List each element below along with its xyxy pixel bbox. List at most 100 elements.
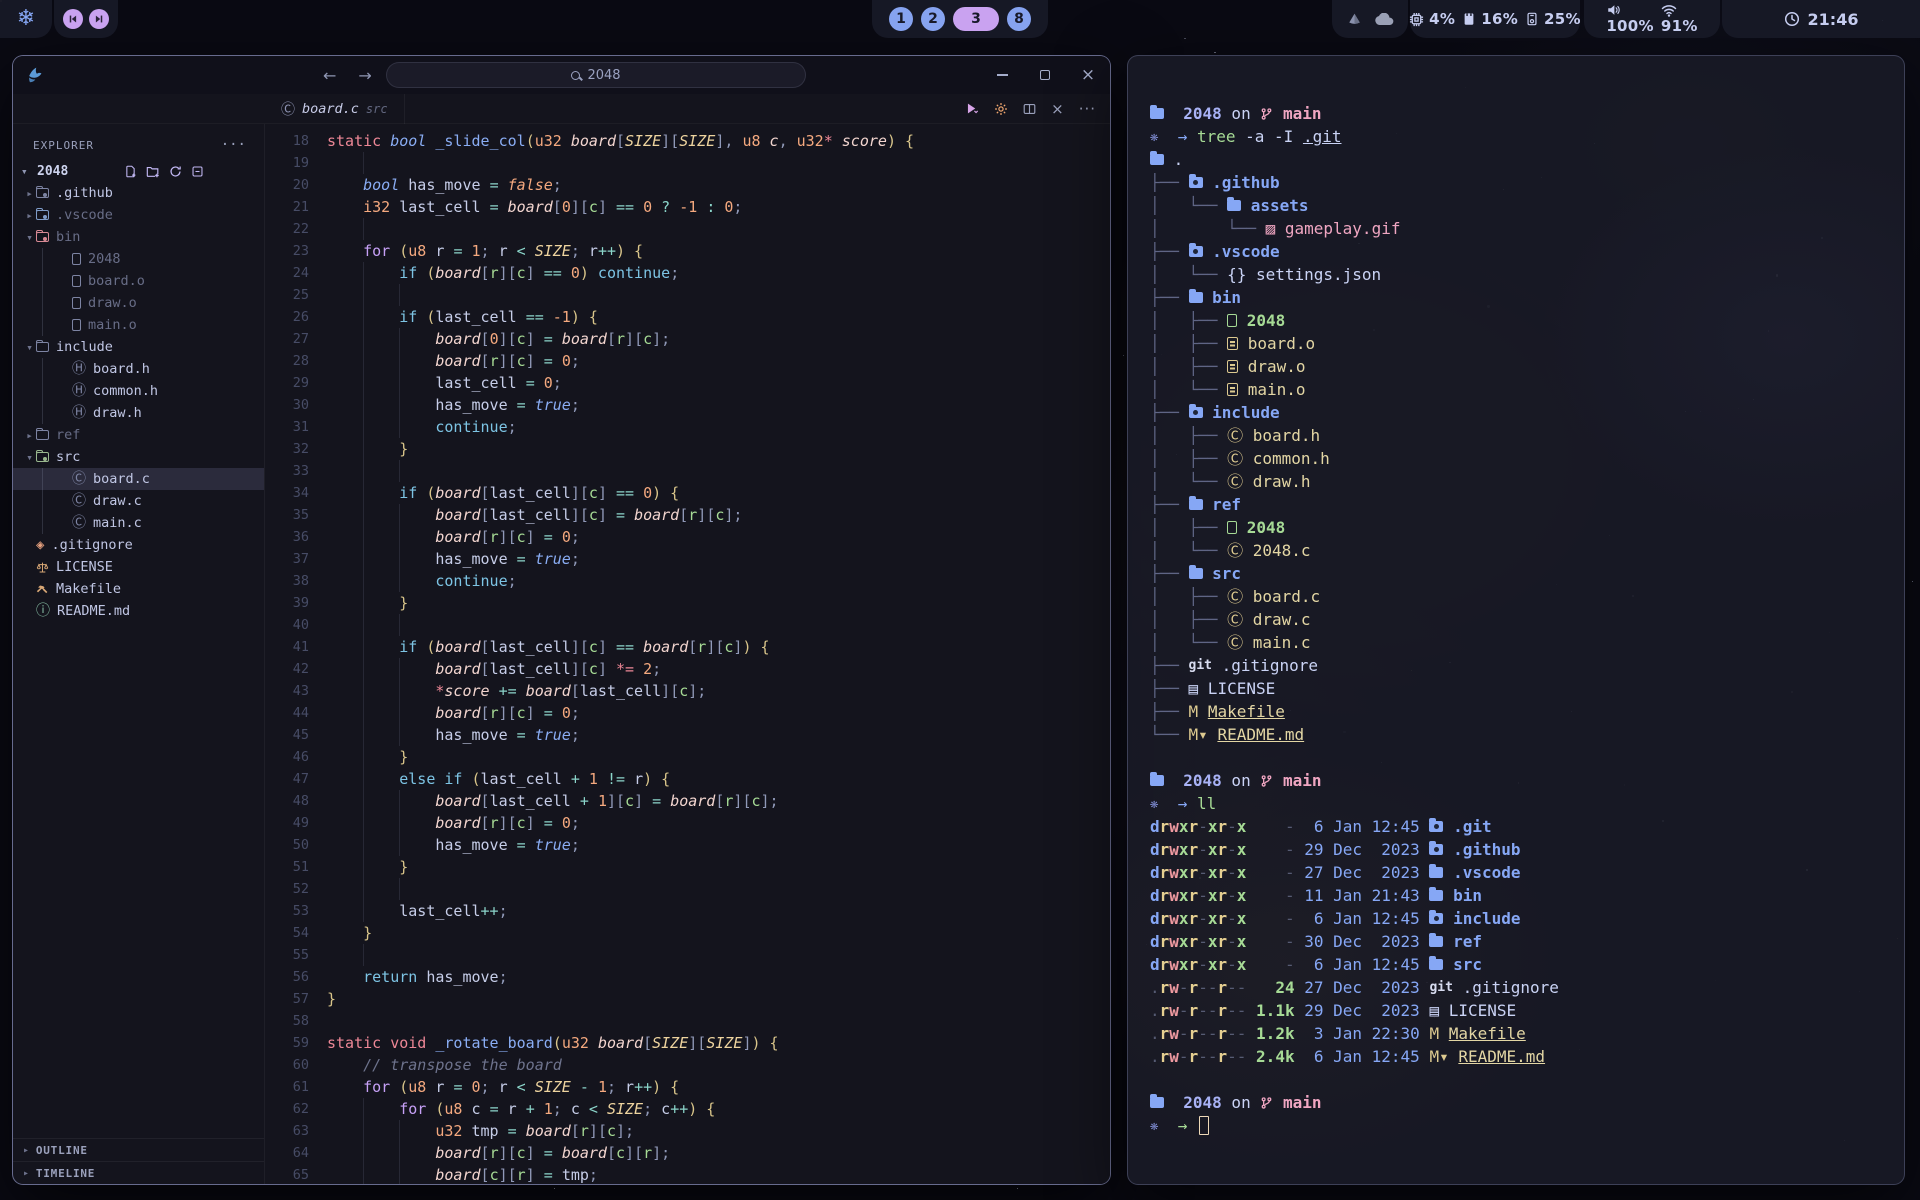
code-line-36[interactable]: 36 board[r][c] = 0; bbox=[265, 526, 1110, 548]
code-line-45[interactable]: 45 has_move = true; bbox=[265, 724, 1110, 746]
tree-item-makefile[interactable]: Makefile bbox=[13, 578, 264, 600]
code-line-22[interactable]: 22 bbox=[265, 218, 1110, 240]
code-line-19[interactable]: 19 bbox=[265, 152, 1110, 174]
workspace-8[interactable]: 8 bbox=[1007, 7, 1031, 31]
workspace-3-active[interactable]: 3 bbox=[953, 7, 999, 31]
terminal-window[interactable]: 2048 on main❋ → tree -a -I .git .├── .gi… bbox=[1127, 55, 1905, 1185]
nav-back-button[interactable]: ← bbox=[323, 66, 336, 85]
section-outline[interactable]: ▸OUTLINE bbox=[13, 1138, 264, 1161]
code-line-39[interactable]: 39 } bbox=[265, 592, 1110, 614]
more-actions-button[interactable]: ··· bbox=[1079, 100, 1096, 118]
clock-widget[interactable]: 21:46 bbox=[1722, 0, 1920, 38]
section-timeline[interactable]: ▸TIMELINE bbox=[13, 1161, 264, 1184]
code-line-18[interactable]: 18static bool _slide_col(u32 board[SIZE]… bbox=[265, 130, 1110, 152]
tree-item-draw-o[interactable]: draw.o bbox=[13, 292, 264, 314]
tree-item-src[interactable]: ▾src bbox=[13, 446, 264, 468]
minimize-button[interactable] bbox=[994, 67, 1010, 83]
tree-item-draw-c[interactable]: Ⓒdraw.c bbox=[13, 490, 264, 512]
code-line-34[interactable]: 34 if (board[last_cell][c] == 0) { bbox=[265, 482, 1110, 504]
code-line-50[interactable]: 50 has_move = true; bbox=[265, 834, 1110, 856]
code-line-21[interactable]: 21 i32 last_cell = board[0][c] == 0 ? -1… bbox=[265, 196, 1110, 218]
audio-network-widget[interactable]: 100% 91% bbox=[1584, 0, 1720, 38]
code-line-37[interactable]: 37 has_move = true; bbox=[265, 548, 1110, 570]
tree-root-2048[interactable]: ▾ 2048 bbox=[13, 160, 264, 182]
code-line-35[interactable]: 35 board[last_cell][c] = board[r][c]; bbox=[265, 504, 1110, 526]
code-line-32[interactable]: 32 } bbox=[265, 438, 1110, 460]
code-line-53[interactable]: 53 last_cell++; bbox=[265, 900, 1110, 922]
launcher-button[interactable]: ❄ bbox=[0, 0, 52, 38]
system-stats-widget[interactable]: 4% 16% 25% bbox=[1410, 0, 1580, 38]
new-folder-button[interactable] bbox=[146, 165, 160, 178]
code-line-47[interactable]: 47 else if (last_cell + 1 != r) { bbox=[265, 768, 1110, 790]
code-line-58[interactable]: 58 bbox=[265, 1010, 1110, 1032]
code-line-52[interactable]: 52 bbox=[265, 878, 1110, 900]
code-line-51[interactable]: 51 } bbox=[265, 856, 1110, 878]
tree-item-2048[interactable]: 2048 bbox=[13, 248, 264, 270]
code-line-23[interactable]: 23 for (u8 r = 1; r < SIZE; r++) { bbox=[265, 240, 1110, 262]
close-window-button[interactable]: × bbox=[1080, 67, 1096, 83]
code-line-33[interactable]: 33 bbox=[265, 460, 1110, 482]
tree-item-common-h[interactable]: Ⓗcommon.h bbox=[13, 380, 264, 402]
code-line-49[interactable]: 49 board[r][c] = 0; bbox=[265, 812, 1110, 834]
code-line-64[interactable]: 64 board[r][c] = board[c][r]; bbox=[265, 1142, 1110, 1164]
tree-item-include[interactable]: ▾include bbox=[13, 336, 264, 358]
code-line-44[interactable]: 44 board[r][c] = 0; bbox=[265, 702, 1110, 724]
maximize-button[interactable] bbox=[1037, 67, 1053, 83]
code-line-31[interactable]: 31 continue; bbox=[265, 416, 1110, 438]
code-line-29[interactable]: 29 last_cell = 0; bbox=[265, 372, 1110, 394]
explorer-more-button[interactable]: ··· bbox=[221, 137, 246, 153]
next-track-button[interactable] bbox=[89, 9, 109, 29]
collapse-folders-button[interactable] bbox=[191, 165, 204, 178]
code-line-55[interactable]: 55 bbox=[265, 944, 1110, 966]
tree-item-readme-md[interactable]: ⓘREADME.md bbox=[13, 600, 264, 622]
tree-item--github[interactable]: ▸.github bbox=[13, 182, 264, 204]
code-line-28[interactable]: 28 board[r][c] = 0; bbox=[265, 350, 1110, 372]
tree-item-ref[interactable]: ▸ref bbox=[13, 424, 264, 446]
code-line-27[interactable]: 27 board[0][c] = board[r][c]; bbox=[265, 328, 1110, 350]
code-line-25[interactable]: 25 bbox=[265, 284, 1110, 306]
tab-board-c[interactable]: Ⓒ board.c src bbox=[265, 94, 405, 124]
code-line-62[interactable]: 62 for (u8 c = r + 1; c < SIZE; c++) { bbox=[265, 1098, 1110, 1120]
code-line-20[interactable]: 20 bool has_move = false; bbox=[265, 174, 1110, 196]
code-line-43[interactable]: 43 *score += board[last_cell][c]; bbox=[265, 680, 1110, 702]
code-line-42[interactable]: 42 board[last_cell][c] *= 2; bbox=[265, 658, 1110, 680]
code-line-46[interactable]: 46 } bbox=[265, 746, 1110, 768]
code-line-54[interactable]: 54 } bbox=[265, 922, 1110, 944]
code-line-30[interactable]: 30 has_move = true; bbox=[265, 394, 1110, 416]
code-line-56[interactable]: 56 return has_move; bbox=[265, 966, 1110, 988]
nav-forward-button[interactable]: → bbox=[358, 66, 371, 85]
tree-item-board-o[interactable]: board.o bbox=[13, 270, 264, 292]
code-line-26[interactable]: 26 if (last_cell == -1) { bbox=[265, 306, 1110, 328]
split-editor-button[interactable] bbox=[1023, 103, 1036, 115]
new-file-button[interactable] bbox=[124, 165, 137, 178]
run-button[interactable] bbox=[965, 102, 979, 115]
tree-item-bin[interactable]: ▾bin bbox=[13, 226, 264, 248]
code-line-61[interactable]: 61 for (u8 r = 0; r < SIZE - 1; r++) { bbox=[265, 1076, 1110, 1098]
code-line-60[interactable]: 60 // transpose the board bbox=[265, 1054, 1110, 1076]
code-line-40[interactable]: 40 bbox=[265, 614, 1110, 636]
code-line-57[interactable]: 57} bbox=[265, 988, 1110, 1010]
weather-widget[interactable] bbox=[1332, 0, 1408, 38]
tree-item--gitignore[interactable]: ◈.gitignore bbox=[13, 534, 264, 556]
refresh-button[interactable] bbox=[169, 165, 182, 178]
code-line-38[interactable]: 38 continue; bbox=[265, 570, 1110, 592]
close-editor-button[interactable]: × bbox=[1051, 100, 1064, 118]
tree-item-main-o[interactable]: main.o bbox=[13, 314, 264, 336]
workspace-2[interactable]: 2 bbox=[921, 7, 945, 31]
code-line-59[interactable]: 59static void _rotate_board(u32 board[SI… bbox=[265, 1032, 1110, 1054]
code-line-24[interactable]: 24 if (board[r][c] == 0) continue; bbox=[265, 262, 1110, 284]
tree-item-board-h[interactable]: Ⓗboard.h bbox=[13, 358, 264, 380]
previous-track-button[interactable] bbox=[63, 9, 83, 29]
command-center-search[interactable]: 2048 bbox=[386, 62, 806, 88]
settings-gear-button[interactable] bbox=[994, 102, 1008, 116]
code-line-65[interactable]: 65 board[c][r] = tmp; bbox=[265, 1164, 1110, 1184]
code-line-41[interactable]: 41 if (board[last_cell][c] == board[r][c… bbox=[265, 636, 1110, 658]
code-line-63[interactable]: 63 u32 tmp = board[r][c]; bbox=[265, 1120, 1110, 1142]
workspace-1[interactable]: 1 bbox=[889, 7, 913, 31]
tree-item-license[interactable]: LICENSE bbox=[13, 556, 264, 578]
tree-item-draw-h[interactable]: Ⓗdraw.h bbox=[13, 402, 264, 424]
tree-item-board-c[interactable]: Ⓒboard.c bbox=[13, 468, 264, 490]
tree-item--vscode[interactable]: ▸.vscode bbox=[13, 204, 264, 226]
code-line-48[interactable]: 48 board[last_cell + 1][c] = board[r][c]… bbox=[265, 790, 1110, 812]
tree-item-main-c[interactable]: Ⓒmain.c bbox=[13, 512, 264, 534]
